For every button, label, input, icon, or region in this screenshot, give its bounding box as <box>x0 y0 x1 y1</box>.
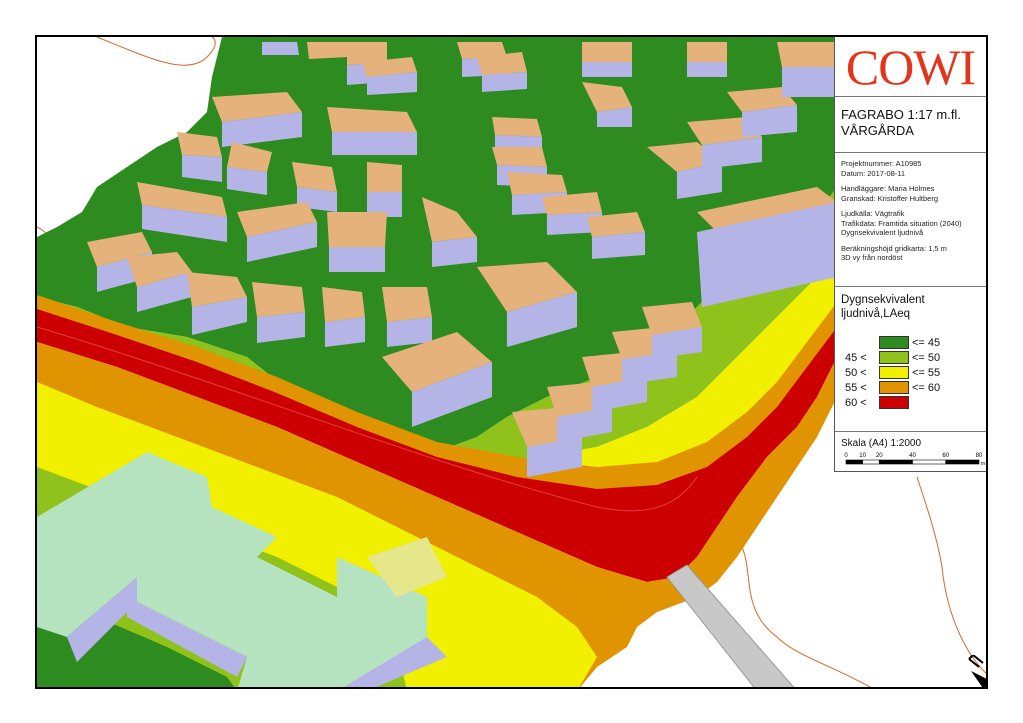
scale-unit: m <box>981 461 985 467</box>
company-logo: COWI <box>845 38 976 95</box>
legend-swatch <box>879 351 909 364</box>
scale-tick-label: 80 <box>976 453 983 459</box>
scale-segment <box>945 459 980 465</box>
title-section: FAGRABO 1:17 m.fl. VÅRGÅRDA <box>835 97 986 153</box>
legend-upper-bound: <= 45 <box>912 336 941 349</box>
scale-tick-label: 40 <box>909 453 916 459</box>
legend-row: 45 < <= 50 <box>841 350 980 365</box>
scale-tick-label: 0 <box>844 453 848 459</box>
legend-row: 50 < <= 55 <box>841 365 980 380</box>
scale-label: Skala (A4) 1:2000 <box>841 438 922 449</box>
legend-swatch <box>879 381 909 394</box>
legend-upper-bound: <= 50 <box>912 351 941 364</box>
grid-height: Beräkningshöjd gridkarta: 1,5 m <box>841 243 947 253</box>
scale-segment <box>912 459 947 465</box>
legend-section: Dygnsekvivalent ljudnivå,LAeq <= 45 45 < <… <box>835 287 986 432</box>
legend-upper-bound: <= 55 <box>912 366 941 379</box>
legend-swatch <box>879 366 909 379</box>
legend-panel: COWI FAGRABO 1:17 m.fl. VÅRGÅRDA Projekt… <box>834 37 986 472</box>
scale-segment <box>862 459 880 465</box>
noise-source: Ljudkälla: Vägtrafik <box>841 209 905 218</box>
logo-section: COWI <box>835 37 986 97</box>
legend-lower-bound: 50 < <box>845 366 867 379</box>
project-number: Projektnummer: A10985 <box>841 159 922 168</box>
reviewer: Granskad: Kristoffer Hultberg <box>841 193 938 203</box>
legend-swatch <box>879 396 909 409</box>
scale-tick-label: 20 <box>876 453 883 459</box>
map-date: Datum: 2017-08-11 <box>841 168 906 178</box>
legend-row: 55 < <= 60 <box>841 380 980 395</box>
handler: Handläggare: Maria Holmes <box>841 184 935 193</box>
traffic-data: Trafikdata: Framtida situation (2040) <box>841 218 962 228</box>
scale-bar: 0 10 20 40 60 80 m <box>844 453 985 467</box>
legend-upper-bound: <= 60 <box>912 381 941 394</box>
legend-title: Dygnsekvivalent <box>841 294 925 306</box>
legend-subtitle: ljudnivå,LAeq <box>841 308 911 320</box>
info-section: Projektnummer: A10985 Datum: 2017-08-11 … <box>835 153 986 287</box>
legend-row: <= 45 <box>841 335 980 350</box>
scale-segment <box>845 459 863 465</box>
legend-lower-bound: 60 < <box>845 396 867 409</box>
legend-row: 60 < <box>841 395 980 410</box>
legend-rows: <= 45 45 < <= 50 50 < <= 55 55 < <= 60 60 < <box>841 335 980 410</box>
scale-tick-label: 60 <box>942 453 949 459</box>
legend-lower-bound: 55 < <box>845 381 867 394</box>
scale-section: Skala (A4) 1:2000 0 10 20 40 60 80 m <box>835 432 986 472</box>
view-direction: 3D vy från nordöst <box>841 253 903 262</box>
scale-tick-label: 10 <box>859 453 866 459</box>
legend-lower-bound: 45 < <box>845 351 867 364</box>
legend-swatch <box>879 336 909 349</box>
map-title: FAGRABO 1:17 m.fl. <box>841 107 961 122</box>
noise-measure: Dygnsekvivalent ljudnivå <box>841 228 924 237</box>
scale-segment <box>878 459 913 465</box>
map-subtitle: VÅRGÅRDA <box>841 123 914 138</box>
north-arrow-icon <box>965 654 986 687</box>
